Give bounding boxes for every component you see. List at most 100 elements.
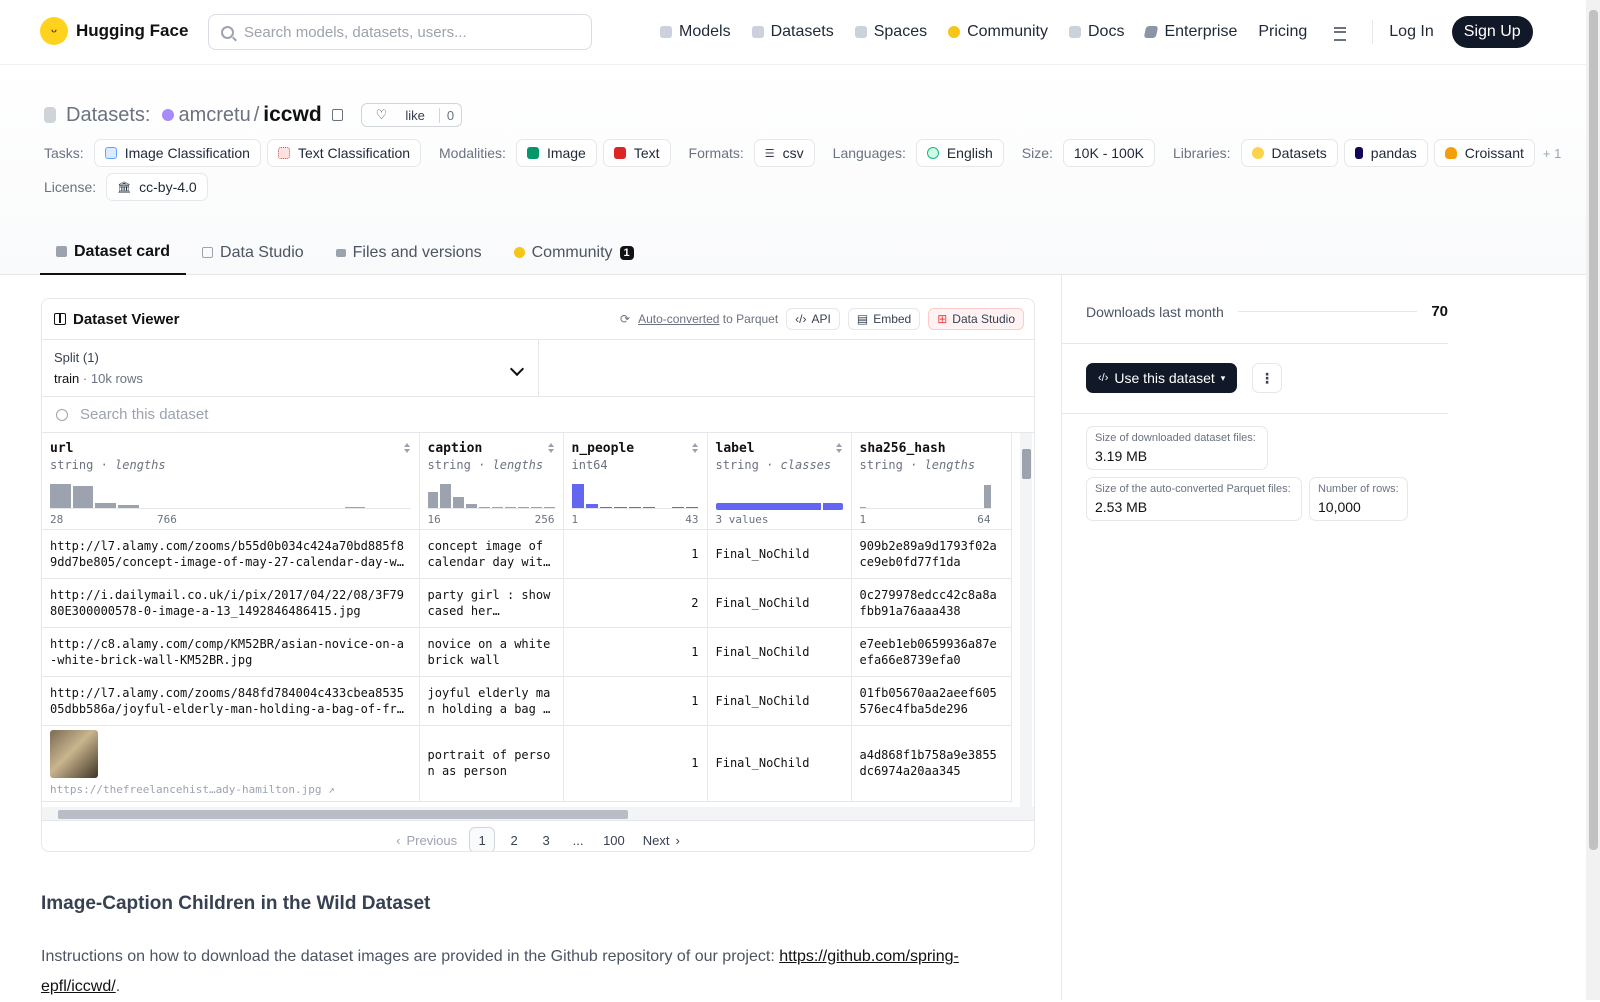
tag-size[interactable]: 10K - 100K xyxy=(1062,139,1155,167)
nav-docs[interactable]: Docs xyxy=(1069,23,1124,41)
tag-modality-image[interactable]: Image xyxy=(515,139,597,167)
horizontal-scrollbar[interactable] xyxy=(42,807,1034,821)
nav-spaces[interactable]: Spaces xyxy=(854,23,927,41)
nav-models[interactable]: Models xyxy=(660,23,731,41)
auto-converted-link[interactable]: Auto-converted xyxy=(638,312,719,326)
cell-label[interactable]: Final_NoChild xyxy=(707,676,852,726)
data-table-wrapper: url string · lengths 28 766 caption strin… xyxy=(42,433,1034,807)
cell-sha[interactable]: 0c279978edcc42c8a8afbb91a76aaa438 xyxy=(851,578,1012,628)
cell-sha[interactable]: 909b2e89a9d1793f02ace9eb0fd77f1da xyxy=(851,529,1012,579)
tag-text-classification[interactable]: Text Classification xyxy=(266,139,422,167)
copy-icon[interactable] xyxy=(331,109,343,121)
cell-n-people[interactable]: 2 xyxy=(563,578,708,628)
tab-dataset-card[interactable]: Dataset card xyxy=(40,230,187,275)
cell-label[interactable]: Final_NoChild xyxy=(707,529,852,579)
nav-pricing[interactable]: Pricing xyxy=(1258,23,1307,41)
use-this-dataset-button[interactable]: ‹/› Use this dataset ▾ xyxy=(1086,363,1238,393)
tag-image-classification[interactable]: Image Classification xyxy=(93,139,261,167)
tab-community[interactable]: Community 1 xyxy=(498,230,650,275)
tag-language-english[interactable]: English xyxy=(915,139,1004,167)
tag-library-pandas[interactable]: pandas xyxy=(1343,139,1428,167)
like-button[interactable]: ♡ like 0 xyxy=(360,103,463,127)
row-image-thumbnail[interactable] xyxy=(50,730,98,778)
cell-caption[interactable]: joyful elderly man holding a bag of… xyxy=(419,676,564,726)
page-100[interactable]: 100 xyxy=(597,827,631,851)
cell-url[interactable]: http://l7.alamy.com/zooms/848fd784004c43… xyxy=(42,676,420,726)
nav-pricing-label: Pricing xyxy=(1258,23,1308,40)
page-scroll-thumb[interactable] xyxy=(1589,10,1598,850)
table-row[interactable]: http://c8.alamy.com/comp/KM52BR/asian-no… xyxy=(42,627,1012,677)
page-2[interactable]: 2 xyxy=(501,827,527,851)
next-page-button[interactable]: Next › xyxy=(637,827,686,851)
nav-community[interactable]: Community xyxy=(948,23,1048,41)
dataset-name[interactable]: iccwd xyxy=(263,103,321,127)
signup-button[interactable]: Sign Up xyxy=(1451,16,1533,48)
column-header-label[interactable]: label string · classes 3 values xyxy=(707,433,852,530)
csv-icon: ☰ xyxy=(764,147,775,160)
column-header-caption[interactable]: caption string · lengths 16 256 xyxy=(419,433,564,530)
split-select[interactable]: Split (1) train · 10k rows xyxy=(42,340,539,396)
owner-link[interactable]: amcretu xyxy=(178,104,250,127)
cell-caption[interactable]: party girl : showcased her… xyxy=(419,578,564,628)
page-1[interactable]: 1 xyxy=(469,827,496,851)
tab-files-and-versions[interactable]: Files and versions xyxy=(320,230,498,275)
page-3[interactable]: 3 xyxy=(533,827,559,851)
sort-icon[interactable] xyxy=(691,443,699,453)
brand-logo[interactable]: ᵕ Hugging Face xyxy=(40,17,188,45)
cell-label[interactable]: Final_NoChild xyxy=(707,627,852,677)
dataset-search-input[interactable]: Search this dataset xyxy=(42,397,1034,433)
global-search-input[interactable]: Search models, datasets, users... xyxy=(208,14,592,50)
cell-url[interactable]: http://c8.alamy.com/comp/KM52BR/asian-no… xyxy=(42,627,420,677)
login-link[interactable]: Log In xyxy=(1389,23,1433,41)
scroll-thumb[interactable] xyxy=(58,810,628,819)
cell-n-people[interactable]: 1 xyxy=(563,529,708,579)
column-header-url[interactable]: url string · lengths 28 766 xyxy=(42,433,420,530)
table-row[interactable]: http://l7.alamy.com/zooms/848fd784004c43… xyxy=(42,676,1012,726)
tag-library-croissant[interactable]: Croissant xyxy=(1433,139,1535,167)
table-row[interactable]: https://thefreelancehist…ady-hamilton.jp… xyxy=(42,725,1012,802)
cell-caption[interactable]: novice on a white brick wall xyxy=(419,627,564,677)
column-header-n-people[interactable]: n_people int64 1 43 xyxy=(563,433,708,530)
tag-library-datasets[interactable]: Datasets xyxy=(1240,139,1338,167)
cell-caption[interactable]: portrait of person as person xyxy=(419,725,564,802)
card-paragraph: Instructions on how to download the data… xyxy=(41,942,1001,1002)
cell-sha[interactable]: 01fb05670aa2aeef605576ec4fba5de296 xyxy=(851,676,1012,726)
histogram-bar xyxy=(479,506,491,508)
cell-url[interactable]: http://l7.alamy.com/zooms/b55d0b034c424a… xyxy=(42,529,420,579)
cell-label[interactable]: Final_NoChild xyxy=(707,725,852,802)
cell-n-people[interactable]: 1 xyxy=(563,725,708,802)
column-header-sha256-hash[interactable]: sha256_hash string · lengths 1 64 xyxy=(851,433,1012,530)
data-studio-button[interactable]: ⊞ Data Studio xyxy=(928,308,1024,330)
cell-caption[interactable]: concept image of calendar day with… xyxy=(419,529,564,579)
scroll-thumb[interactable] xyxy=(1022,449,1031,479)
vertical-scrollbar[interactable] xyxy=(1020,433,1032,807)
cell-url[interactable]: http://i.dailymail.co.uk/i/pix/2017/04/2… xyxy=(42,578,420,628)
embed-button[interactable]: ▤ Embed xyxy=(847,308,921,330)
histogram-bar xyxy=(643,506,656,508)
tag-license[interactable]: 🏛 cc-by-4.0 xyxy=(106,173,208,201)
previous-page-button[interactable]: ‹ Previous xyxy=(390,827,463,851)
cell-n-people[interactable]: 1 xyxy=(563,676,708,726)
cell-sha[interactable]: e7eeb1eb0659936a87eefa66e8739efa0 xyxy=(851,627,1012,677)
tag-modality-text[interactable]: Text xyxy=(602,139,671,167)
image-link[interactable]: https://thefreelancehist…ady-hamilton.jp… xyxy=(50,782,411,798)
cell-sha[interactable]: a4d868f1b758a9e3855dc6974a20aa345 xyxy=(851,725,1012,802)
cell-url[interactable]: https://thefreelancehist…ady-hamilton.jp… xyxy=(42,725,420,802)
cell-n-people[interactable]: 1 xyxy=(563,627,708,677)
table-row[interactable]: http://l7.alamy.com/zooms/b55d0b034c424a… xyxy=(42,529,1012,579)
nav-datasets[interactable]: Datasets xyxy=(751,23,834,41)
table-row[interactable]: http://i.dailymail.co.uk/i/pix/2017/04/2… xyxy=(42,578,1012,628)
api-button[interactable]: ‹/› API xyxy=(786,308,840,330)
tab-data-studio[interactable]: Data Studio xyxy=(186,230,320,275)
libraries-more[interactable]: + 1 xyxy=(1543,146,1561,161)
more-options-button[interactable]: ⋮ xyxy=(1252,363,1282,393)
nav-enterprise[interactable]: Enterprise xyxy=(1144,23,1237,41)
parquet-size-stat: Size of the auto-converted Parquet files… xyxy=(1086,477,1302,521)
page-scrollbar[interactable] xyxy=(1586,0,1600,1000)
tag-format-csv[interactable]: ☰ csv xyxy=(753,139,815,167)
sort-icon[interactable] xyxy=(835,443,843,453)
cell-label[interactable]: Final_NoChild xyxy=(707,578,852,628)
sort-icon[interactable] xyxy=(403,443,411,453)
sort-icon[interactable] xyxy=(547,443,555,453)
more-menu-icon[interactable] xyxy=(1328,25,1350,41)
